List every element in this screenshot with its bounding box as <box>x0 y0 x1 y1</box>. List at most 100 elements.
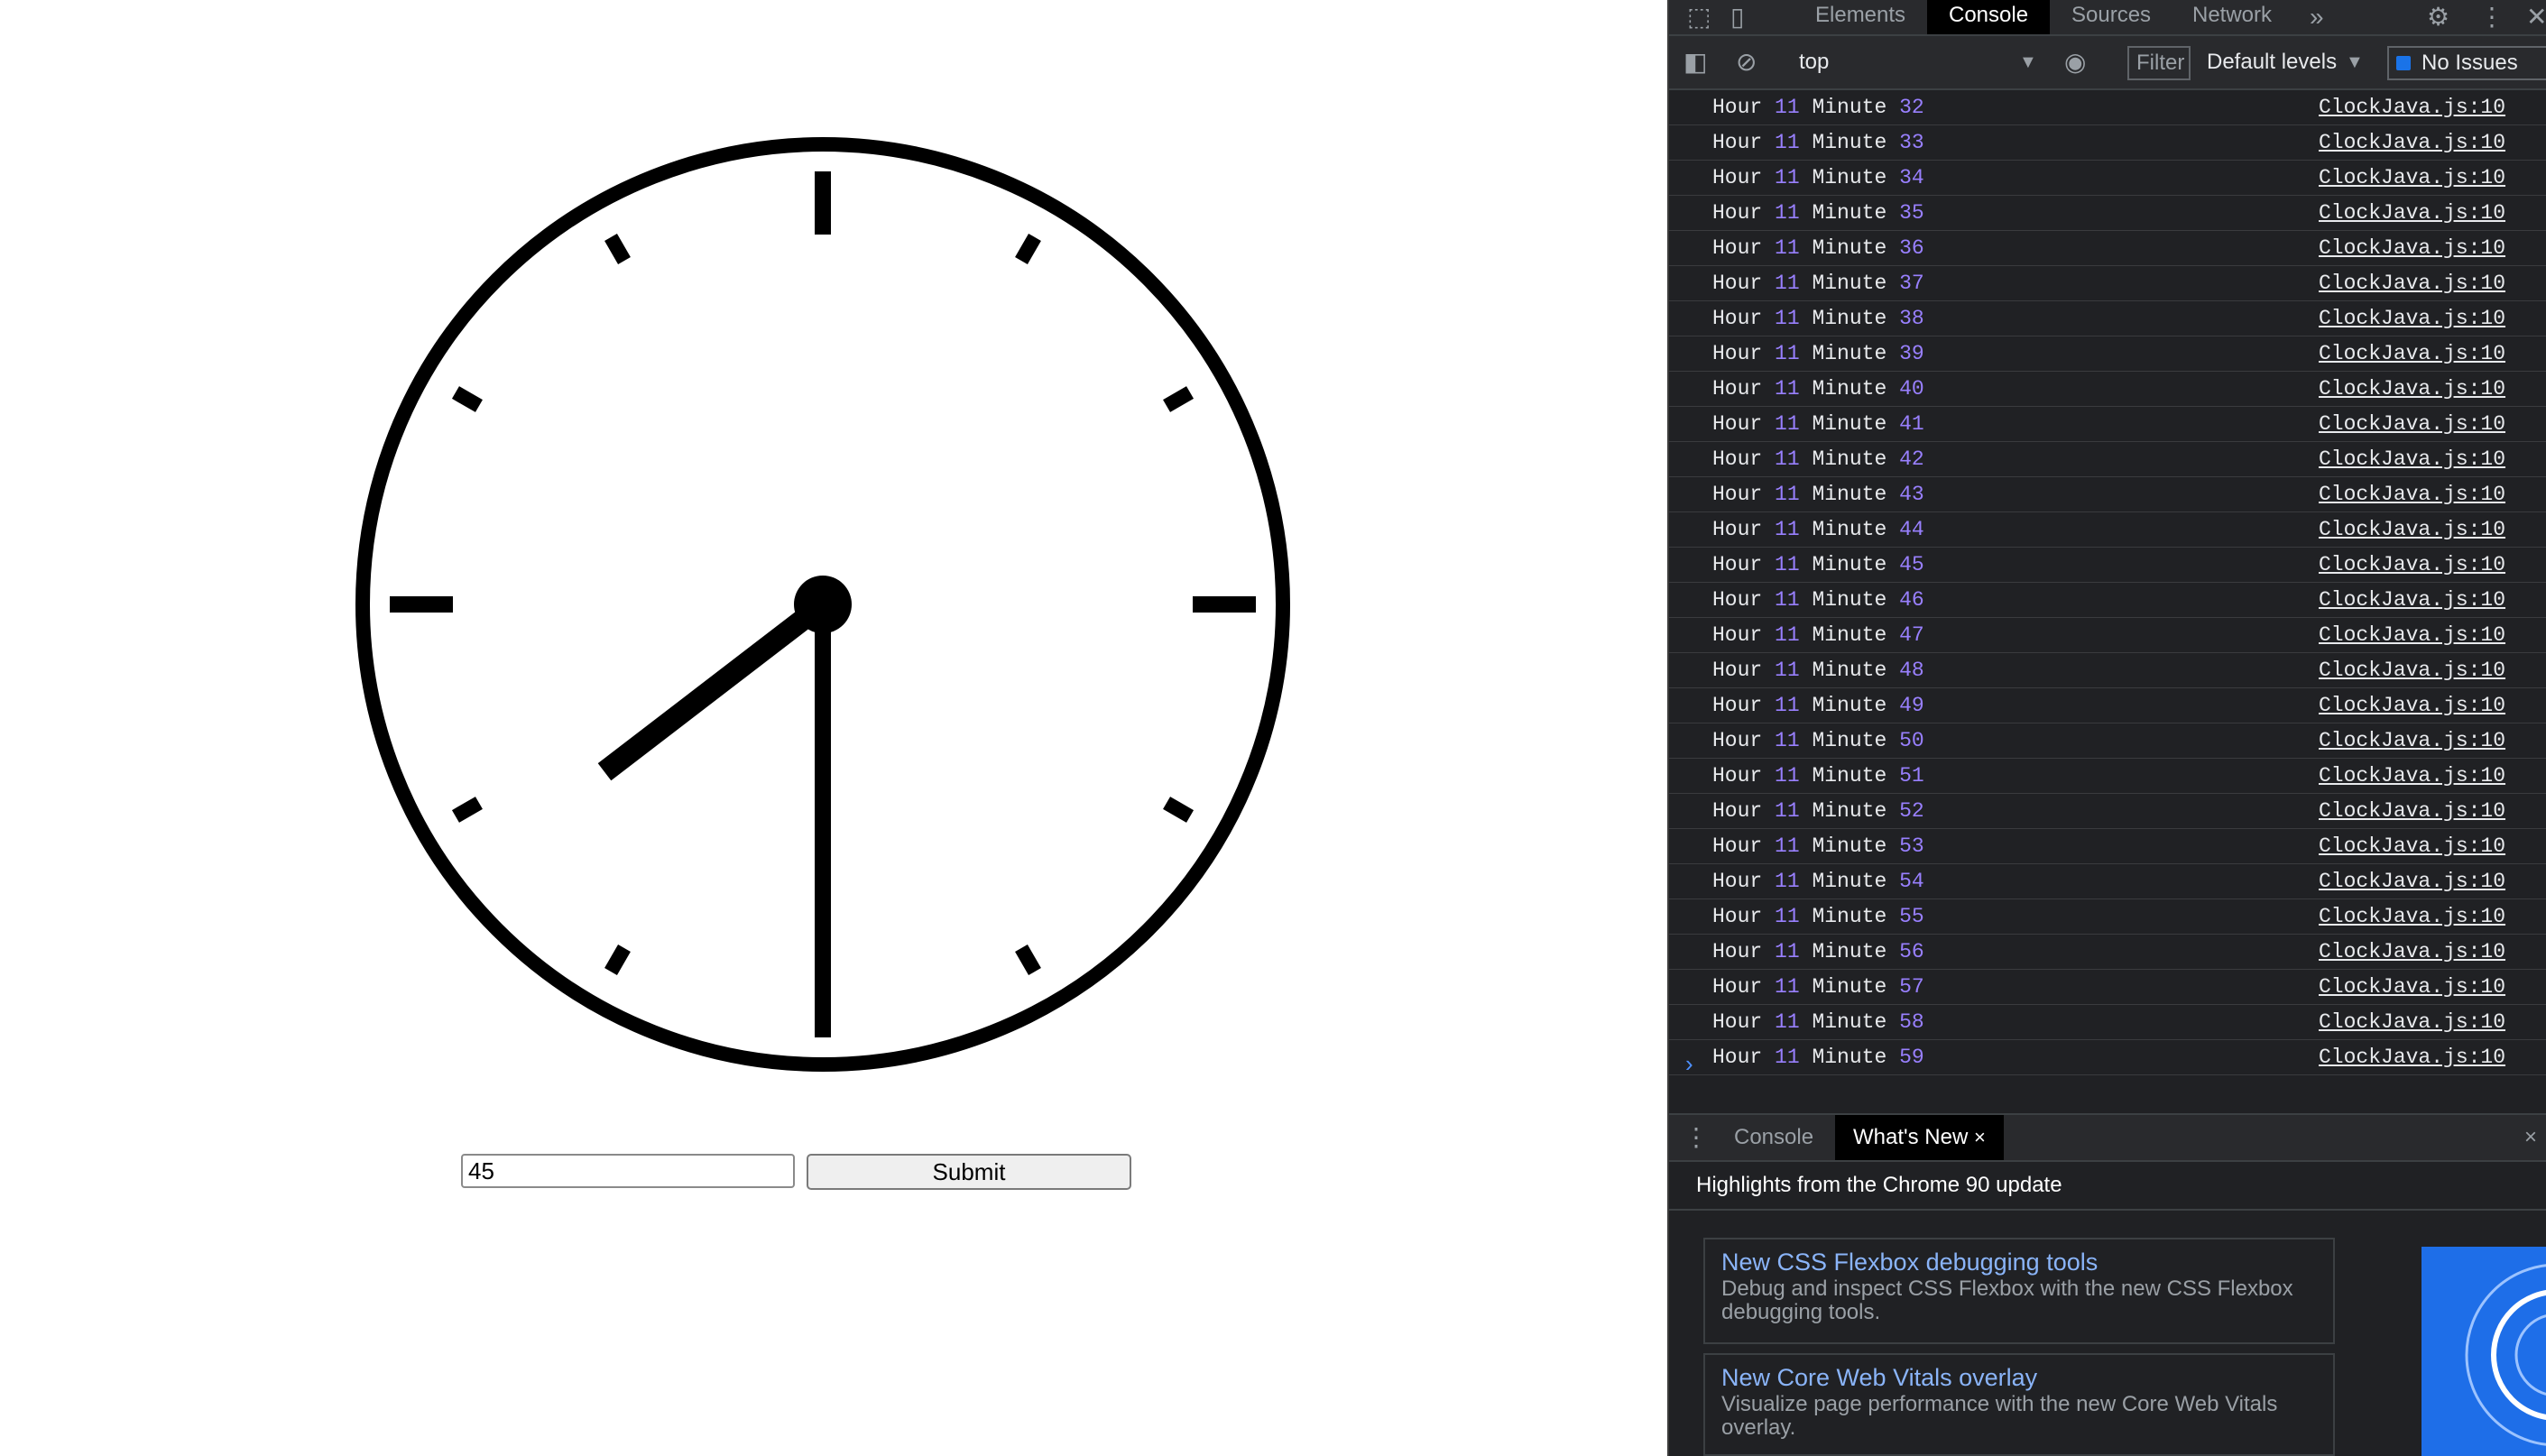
close-icon[interactable]: ✕ <box>2526 2 2546 32</box>
source-link[interactable]: ClockJava.js:10 <box>2319 512 2505 547</box>
source-link[interactable]: ClockJava.js:10 <box>2319 759 2505 793</box>
source-link[interactable]: ClockJava.js:10 <box>2319 618 2505 652</box>
hour-word: Hour <box>1712 272 1763 295</box>
hour-value: 11 <box>1775 588 1800 612</box>
drawer-menu-icon[interactable]: ⋮ <box>1683 1115 1709 1160</box>
tab-sources[interactable]: Sources <box>2071 0 2151 34</box>
source-link[interactable]: ClockJava.js:10 <box>2319 372 2505 406</box>
minute-value: 49 <box>1899 694 1924 717</box>
filter-input[interactable]: Filter <box>2127 46 2191 80</box>
minute-input[interactable] <box>461 1154 795 1188</box>
hour-value: 11 <box>1775 553 1800 576</box>
minute-word: Minute <box>1812 201 1887 225</box>
tab-elements[interactable]: Elements <box>1815 0 1905 34</box>
source-link[interactable]: ClockJava.js:10 <box>2319 899 2505 934</box>
card-title[interactable]: New CSS Flexbox debugging tools <box>1721 1247 2317 1277</box>
hour-value: 11 <box>1775 447 1800 471</box>
source-link[interactable]: ClockJava.js:10 <box>2319 125 2505 160</box>
context-dropdown-icon[interactable]: ▼ <box>2019 36 2037 88</box>
hour-word: Hour <box>1712 975 1763 999</box>
minute-word: Minute <box>1812 518 1887 541</box>
source-link[interactable]: ClockJava.js:10 <box>2319 196 2505 230</box>
drawer-tab-whats-new[interactable]: What's New × <box>1835 1115 2004 1160</box>
minute-value: 35 <box>1899 201 1924 225</box>
minute-value: 56 <box>1899 940 1924 963</box>
source-link[interactable]: ClockJava.js:10 <box>2319 442 2505 476</box>
source-link[interactable]: ClockJava.js:10 <box>2319 935 2505 969</box>
source-link[interactable]: ClockJava.js:10 <box>2319 583 2505 617</box>
levels-dropdown-icon[interactable]: ▼ <box>2346 36 2364 88</box>
console-message-text: Hour 11 Minute 58 <box>1712 1005 1924 1039</box>
chevron-double-right-icon[interactable]: » <box>2310 2 2324 32</box>
console-message-text: Hour 11 Minute 37 <box>1712 266 1924 300</box>
source-link[interactable]: ClockJava.js:10 <box>2319 336 2505 371</box>
hour-value: 11 <box>1775 694 1800 717</box>
hour-word: Hour <box>1712 483 1763 506</box>
source-link[interactable]: ClockJava.js:10 <box>2319 1005 2505 1039</box>
source-link[interactable]: ClockJava.js:10 <box>2319 653 2505 687</box>
minute-word: Minute <box>1812 553 1887 576</box>
gear-icon[interactable]: ⚙ <box>2427 2 2449 32</box>
minute-value: 33 <box>1899 131 1924 154</box>
source-link[interactable]: ClockJava.js:10 <box>2319 266 2505 300</box>
source-link[interactable]: ClockJava.js:10 <box>2319 829 2505 863</box>
kebab-menu-icon[interactable]: ⋮ <box>2479 2 2504 32</box>
console-messages: Hour 11 Minute 32 ClockJava.js:10 Hour 11 … <box>1669 90 2546 1075</box>
console-message-text: Hour 11 Minute 48 <box>1712 653 1924 687</box>
console-prompt[interactable]: › <box>1669 1046 2546 1083</box>
hour-word: Hour <box>1712 166 1763 189</box>
tab-console[interactable]: Console <box>1927 0 2051 34</box>
drawer-tab-whats-new-label: What's New <box>1853 1125 1969 1149</box>
source-link[interactable]: ClockJava.js:10 <box>2319 407 2505 441</box>
hour-word: Hour <box>1712 905 1763 928</box>
source-link[interactable]: ClockJava.js:10 <box>2319 723 2505 758</box>
console-message-text: Hour 11 Minute 32 <box>1712 90 1924 124</box>
source-link[interactable]: ClockJava.js:10 <box>2319 231 2505 265</box>
minute-value: 36 <box>1899 236 1924 260</box>
issues-button[interactable]: No Issues <box>2387 46 2546 80</box>
log-levels-dropdown[interactable]: Default levels <box>2207 36 2337 88</box>
source-link[interactable]: ClockJava.js:10 <box>2319 794 2505 828</box>
minute-value: 50 <box>1899 729 1924 752</box>
source-link[interactable]: ClockJava.js:10 <box>2319 161 2505 195</box>
drawer-tab-console[interactable]: Console <box>1734 1115 1813 1160</box>
prompt-chevron-icon: › <box>1685 1050 1693 1077</box>
close-tab-icon[interactable]: × <box>1974 1126 1986 1148</box>
hour-value: 11 <box>1775 518 1800 541</box>
source-link[interactable]: ClockJava.js:10 <box>2319 548 2505 582</box>
hour-value: 11 <box>1775 834 1800 858</box>
whats-new-card[interactable]: New CSS Flexbox debugging tools Debug an… <box>1703 1238 2335 1344</box>
tab-network[interactable]: Network <box>2192 0 2272 34</box>
console-message-text: Hour 11 Minute 40 <box>1712 372 1924 406</box>
minute-word: Minute <box>1812 166 1887 189</box>
whats-new-card[interactable]: New Core Web Vitals overlay Visualize pa… <box>1703 1353 2335 1456</box>
submit-button[interactable]: Submit <box>807 1154 1131 1190</box>
console-message: Hour 11 Minute 42 ClockJava.js:10 <box>1669 442 2546 477</box>
console-message: Hour 11 Minute 51 ClockJava.js:10 <box>1669 759 2546 794</box>
hour-word: Hour <box>1712 694 1763 717</box>
clear-console-icon[interactable]: ⊘ <box>1736 47 1757 78</box>
sidebar-toggle-icon[interactable]: ◧ <box>1683 47 1707 78</box>
source-link[interactable]: ClockJava.js:10 <box>2319 477 2505 511</box>
console-message: Hour 11 Minute 57 ClockJava.js:10 <box>1669 970 2546 1005</box>
source-link[interactable]: ClockJava.js:10 <box>2319 970 2505 1004</box>
console-message-text: Hour 11 Minute 49 <box>1712 688 1924 723</box>
hour-value: 11 <box>1775 307 1800 330</box>
console-message: Hour 11 Minute 36 ClockJava.js:10 <box>1669 231 2546 266</box>
device-toolbar-icon[interactable]: ▯ <box>1730 2 1744 32</box>
hour-word: Hour <box>1712 342 1763 365</box>
source-link[interactable]: ClockJava.js:10 <box>2319 301 2505 336</box>
inspect-element-icon[interactable]: ⬚ <box>1687 2 1711 32</box>
console-message: Hour 11 Minute 33 ClockJava.js:10 <box>1669 125 2546 161</box>
source-link[interactable]: ClockJava.js:10 <box>2319 688 2505 723</box>
minute-word: Minute <box>1812 96 1887 119</box>
eye-icon[interactable]: ◉ <box>2064 47 2086 78</box>
card-title[interactable]: New Core Web Vitals overlay <box>1721 1362 2317 1393</box>
console-message: Hour 11 Minute 40 ClockJava.js:10 <box>1669 372 2546 407</box>
source-link[interactable]: ClockJava.js:10 <box>2319 90 2505 124</box>
source-link[interactable]: ClockJava.js:10 <box>2319 864 2505 898</box>
context-selector[interactable]: top <box>1799 36 1829 88</box>
close-drawer-icon[interactable]: × <box>2524 1115 2537 1160</box>
minute-word: Minute <box>1812 342 1887 365</box>
console-message-text: Hour 11 Minute 44 <box>1712 512 1924 547</box>
